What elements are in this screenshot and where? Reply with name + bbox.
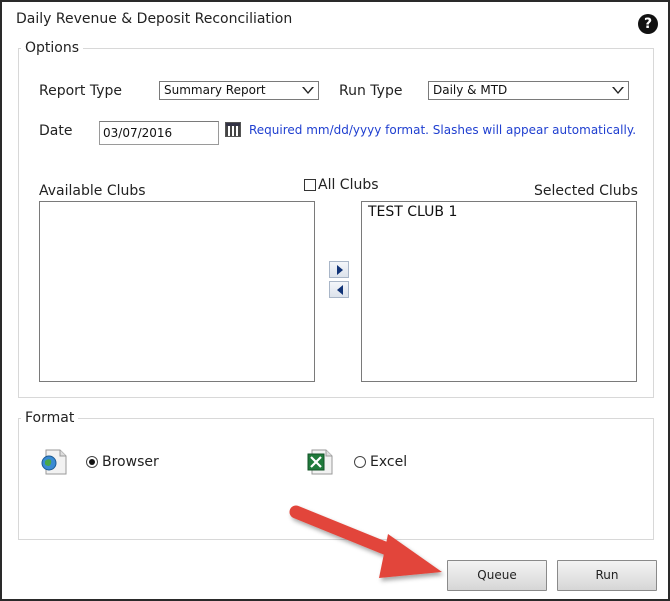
arrow-left-icon — [337, 285, 343, 295]
move-left-button[interactable] — [329, 281, 349, 298]
all-clubs-checkbox[interactable] — [304, 179, 316, 191]
selected-clubs-label: Selected Clubs — [534, 183, 638, 199]
arrow-right-icon — [337, 265, 343, 275]
run-button[interactable]: Run — [557, 560, 657, 591]
format-legend: Format — [25, 410, 75, 426]
list-item[interactable]: TEST CLUB 1 — [368, 204, 630, 220]
run-type-select[interactable]: Daily & MTD — [428, 81, 629, 100]
all-clubs-label: All Clubs — [318, 177, 379, 193]
excel-label: Excel — [370, 454, 408, 470]
chevron-down-icon — [612, 87, 624, 94]
excel-file-icon — [307, 449, 333, 475]
browser-file-icon — [41, 449, 67, 475]
dialog-window: Daily Revenue & Deposit Reconciliation ?… — [0, 0, 670, 601]
run-type-label: Run Type — [339, 83, 403, 99]
browser-label: Browser — [102, 454, 159, 470]
excel-radio[interactable] — [354, 456, 366, 468]
dialog-title: Daily Revenue & Deposit Reconciliation — [16, 11, 293, 27]
available-clubs-list[interactable] — [39, 201, 315, 382]
options-legend: Options — [25, 40, 80, 56]
report-type-label: Report Type — [39, 83, 123, 99]
available-clubs-label: Available Clubs — [39, 183, 146, 199]
calendar-icon[interactable] — [225, 122, 241, 137]
queue-button[interactable]: Queue — [447, 560, 547, 591]
move-right-button[interactable] — [329, 261, 349, 278]
report-type-select[interactable]: Summary Report — [159, 81, 319, 100]
help-icon[interactable]: ? — [638, 14, 658, 34]
format-group: Format — [18, 410, 654, 540]
report-type-value: Summary Report — [164, 83, 266, 97]
run-type-value: Daily & MTD — [433, 83, 508, 97]
date-format-hint: Required mm/dd/yyyy format. Slashes will… — [249, 123, 637, 137]
selected-clubs-list[interactable]: TEST CLUB 1 — [361, 201, 637, 382]
date-input[interactable]: 03/07/2016 — [99, 121, 219, 145]
browser-radio[interactable] — [86, 456, 98, 468]
date-label: Date — [39, 123, 73, 139]
chevron-down-icon — [302, 87, 314, 94]
